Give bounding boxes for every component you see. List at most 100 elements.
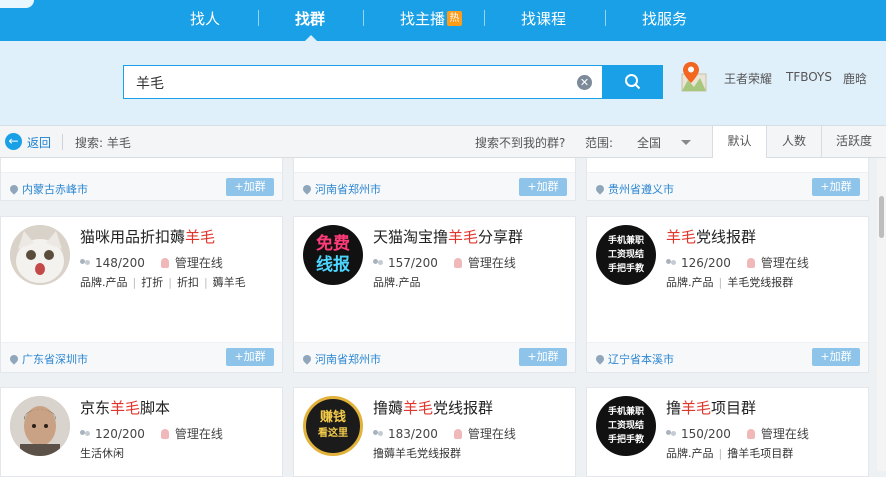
group-card[interactable]: 手机兼职 工资现结 手把手教 撸羊毛项目群 150/200 管理在线 品牌.产品 | 撸羊… [586,387,869,477]
nav-divider [363,10,364,26]
group-meta: 157/200 管理在线 [373,254,516,271]
nav-find-streamers[interactable]: 找主播热 [400,8,463,30]
search-prefix: 搜索: [75,136,107,150]
members-icon [80,430,91,439]
admin-status: 管理在线 [760,256,809,270]
join-group-button[interactable]: +加群 [226,178,274,196]
group-avatar-badge: 赚钱 看这里 [303,396,363,456]
logo [0,0,34,8]
join-group-button[interactable]: +加群 [226,348,274,366]
nav-divider [605,10,606,26]
group-avatar-cat [10,225,70,285]
search-icon [625,74,641,90]
not-found-link[interactable]: 搜索不到我的群? [475,134,565,151]
scrollbar[interactable] [877,158,886,471]
admin-icon [453,258,462,268]
group-meta: 183/200 管理在线 [373,425,516,442]
join-group-button[interactable]: +加群 [812,178,860,196]
location-icon [301,183,313,195]
nav-find-courses[interactable]: 找课程 [521,8,566,30]
members-icon [666,259,677,268]
location-label: 辽宁省本溪市 [594,351,674,367]
chevron-down-icon[interactable] [681,140,691,145]
divider [62,134,63,150]
filter-bar: ← 返回 搜索: 羊毛 搜索不到我的群? 范围: 全国 默认 人数 活跃度 [0,125,886,158]
nav-divider [484,10,485,26]
group-meta: 150/200 管理在线 [666,425,809,442]
search-box[interactable]: ✕ [123,65,603,99]
location-pin-icon[interactable] [678,60,712,94]
search-button[interactable] [603,65,663,99]
admin-icon [453,429,462,439]
search-summary: 搜索: 羊毛 [75,134,131,151]
location-icon [594,353,606,365]
sort-tab-members[interactable]: 人数 [766,126,821,157]
group-card-partial[interactable]: 贵州省遵义市 +加群 [586,158,869,201]
location-icon [594,183,606,195]
hot-word[interactable]: 鹿晗 [843,70,867,87]
sort-tab-default[interactable]: 默认 [712,126,766,158]
hot-word[interactable]: 王者荣耀 [724,70,772,87]
group-card[interactable]: 京东羊毛脚本 120/200 管理在线 生活休闲 [0,387,283,477]
group-card-partial[interactable]: 河南省郑州市 +加群 [293,158,576,201]
group-name[interactable]: 羊毛党线报群 [666,226,756,247]
group-meta: 120/200 管理在线 [80,425,223,442]
member-count: 150/200 [681,427,731,441]
group-name[interactable]: 撸羊毛项目群 [666,397,756,418]
location-label: 广东省深圳市 [8,351,88,367]
join-group-button[interactable]: +加群 [812,348,860,366]
location-label: 河南省郑州市 [301,181,381,197]
group-card[interactable]: 赚钱 看这里 撸薅羊毛党线报群 183/200 管理在线 撸薅羊毛党线报群 [293,387,576,477]
group-name[interactable]: 撸薅羊毛党线报群 [373,397,493,418]
group-tags: 品牌.产品 | 打折 | 折扣 | 薅羊毛 [80,276,246,289]
nav-find-groups[interactable]: 找群 [295,8,325,30]
group-name[interactable]: 猫咪用品折扣薅羊毛 [80,226,215,247]
back-link[interactable]: 返回 [27,134,51,151]
group-meta: 148/200 管理在线 [80,254,223,271]
group-avatar-badge: 手机兼职 工资现结 手把手教 [596,225,656,285]
group-card-partial[interactable]: 内蒙古赤峰市 +加群 [0,158,283,201]
nav-find-services[interactable]: 找服务 [642,8,687,30]
back-arrow-icon[interactable]: ← [5,133,22,150]
range-select[interactable]: 全国 [637,134,661,151]
admin-status: 管理在线 [174,427,223,441]
sort-tab-activity[interactable]: 活跃度 [821,126,886,157]
group-card[interactable]: 猫咪用品折扣薅羊毛 148/200 管理在线 品牌.产品 | 打折 | 折扣 | 薅羊毛 广东… [0,216,283,373]
active-tab-caret [305,35,317,41]
admin-status: 管理在线 [760,427,809,441]
member-count: 157/200 [388,256,438,270]
members-icon [373,259,384,268]
clear-icon[interactable]: ✕ [577,75,592,90]
scrollbar-thumb[interactable] [879,196,884,238]
admin-icon [160,258,169,268]
group-avatar-man [10,396,70,456]
nav-find-streamers-label: 找主播 [400,10,446,28]
member-count: 148/200 [95,256,145,270]
member-count: 183/200 [388,427,438,441]
admin-icon [160,429,169,439]
location-icon [8,183,20,195]
nav-find-people[interactable]: 找人 [190,8,220,30]
location-label: 内蒙古赤峰市 [8,181,88,197]
top-nav: 找人 找群 找主播热 找课程 找服务 [0,0,886,41]
member-count: 120/200 [95,427,145,441]
location-icon [301,353,313,365]
admin-status: 管理在线 [467,427,516,441]
join-group-button[interactable]: +加群 [519,178,567,196]
nav-divider [258,10,259,26]
group-avatar-badge: 免费 线报 [303,225,363,285]
group-tags: 品牌.产品 | 羊毛党线报群 [666,276,794,289]
admin-icon [746,258,755,268]
group-card[interactable]: 手机兼职 工资现结 手把手教 羊毛党线报群 126/200 管理在线 品牌.产品 | 羊毛… [586,216,869,373]
group-avatar-badge: 手机兼职 工资现结 手把手教 [596,396,656,456]
join-group-button[interactable]: +加群 [519,348,567,366]
hot-word[interactable]: TFBOYS [786,70,832,84]
group-tags: 撸薅羊毛党线报群 [373,447,461,460]
group-card[interactable]: 免费 线报 天猫淘宝撸羊毛分享群 157/200 管理在线 品牌.产品 河南省郑州市… [293,216,576,373]
admin-status: 管理在线 [467,256,516,270]
members-icon [373,430,384,439]
group-name[interactable]: 京东羊毛脚本 [80,397,170,418]
group-name[interactable]: 天猫淘宝撸羊毛分享群 [373,226,523,247]
search-input[interactable] [136,73,556,93]
hot-badge: 热 [447,11,463,26]
